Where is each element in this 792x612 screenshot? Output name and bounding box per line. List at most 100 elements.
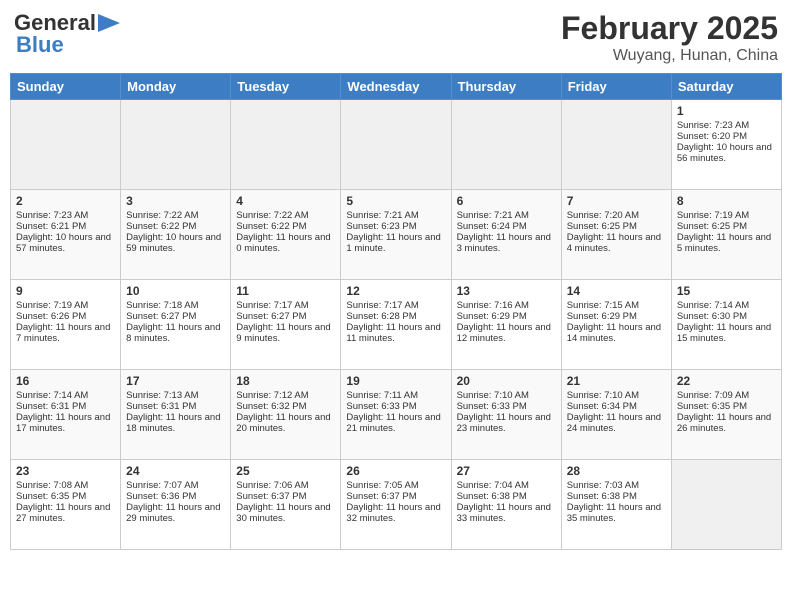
- col-saturday: Saturday: [671, 74, 781, 100]
- sunrise-text: Sunrise: 7:13 AM: [126, 390, 198, 401]
- sunset-text: Sunset: 6:35 PM: [16, 491, 86, 502]
- sunrise-text: Sunrise: 7:03 AM: [567, 480, 639, 491]
- sunrise-text: Sunrise: 7:18 AM: [126, 300, 198, 311]
- day-number: 16: [16, 374, 115, 388]
- calendar-subtitle: Wuyang, Hunan, China: [561, 47, 778, 65]
- sunset-text: Sunset: 6:29 PM: [457, 311, 527, 322]
- sunset-text: Sunset: 6:26 PM: [16, 311, 86, 322]
- sunrise-text: Sunrise: 7:22 AM: [236, 210, 308, 221]
- calendar-cell-w5d7: [671, 460, 781, 550]
- calendar-cell-w4d5: 20Sunrise: 7:10 AMSunset: 6:33 PMDayligh…: [451, 370, 561, 460]
- calendar-cell-w3d6: 14Sunrise: 7:15 AMSunset: 6:29 PMDayligh…: [561, 280, 671, 370]
- day-number: 14: [567, 284, 666, 298]
- calendar-title: February 2025: [561, 10, 778, 47]
- sunset-text: Sunset: 6:28 PM: [346, 311, 416, 322]
- sunset-text: Sunset: 6:21 PM: [16, 221, 86, 232]
- sunset-text: Sunset: 6:37 PM: [346, 491, 416, 502]
- sunset-text: Sunset: 6:25 PM: [677, 221, 747, 232]
- calendar-cell-w5d3: 25Sunrise: 7:06 AMSunset: 6:37 PMDayligh…: [231, 460, 341, 550]
- day-number: 8: [677, 194, 776, 208]
- week-row-2: 2Sunrise: 7:23 AMSunset: 6:21 PMDaylight…: [11, 190, 782, 280]
- calendar-header-row: Sunday Monday Tuesday Wednesday Thursday…: [11, 74, 782, 100]
- col-wednesday: Wednesday: [341, 74, 451, 100]
- week-row-4: 16Sunrise: 7:14 AMSunset: 6:31 PMDayligh…: [11, 370, 782, 460]
- daylight-text: Daylight: 11 hours and 3 minutes.: [457, 232, 551, 254]
- day-number: 24: [126, 464, 225, 478]
- sunset-text: Sunset: 6:27 PM: [236, 311, 306, 322]
- calendar-cell-w3d3: 11 Sunrise: 7:17 AMSunset: 6:27 PMDayligh…: [231, 280, 341, 370]
- day-number: 18: [236, 374, 335, 388]
- sunrise-text: Sunrise: 7:22 AM: [126, 210, 198, 221]
- calendar-cell-w5d5: 27Sunrise: 7:04 AMSunset: 6:38 PMDayligh…: [451, 460, 561, 550]
- sunset-text: Sunset: 6:22 PM: [126, 221, 196, 232]
- sunrise-text: Sunrise: 7:12 AM: [236, 390, 308, 401]
- logo-arrow-icon: [98, 14, 120, 32]
- sunset-text: Sunset: 6:20 PM: [677, 131, 747, 142]
- daylight-text: Daylight: 11 hours and 30 minutes.: [236, 502, 330, 524]
- calendar-cell-w1d5: [451, 100, 561, 190]
- daylight-text: Daylight: 11 hours and 1 minute.: [346, 232, 440, 254]
- daylight-text: Daylight: 11 hours and 35 minutes.: [567, 502, 661, 524]
- sunrise-text: Sunrise: 7:16 AM: [457, 300, 529, 311]
- day-number: 19: [346, 374, 445, 388]
- calendar-cell-w2d4: 5Sunrise: 7:21 AMSunset: 6:23 PMDaylight…: [341, 190, 451, 280]
- sunset-text: Sunset: 6:27 PM: [126, 311, 196, 322]
- day-number: 17: [126, 374, 225, 388]
- daylight-text: Daylight: 11 hours and 8 minutes.: [126, 322, 220, 344]
- sunrise-text: Sunrise: 7:14 AM: [677, 300, 749, 311]
- week-row-1: 1Sunrise: 7:23 AMSunset: 6:20 PMDaylight…: [11, 100, 782, 190]
- daylight-text: Daylight: 11 hours and 23 minutes.: [457, 412, 551, 434]
- calendar-cell-w4d3: 18Sunrise: 7:12 AMSunset: 6:32 PMDayligh…: [231, 370, 341, 460]
- day-number: 9: [16, 284, 115, 298]
- calendar-cell-w4d4: 19Sunrise: 7:11 AMSunset: 6:33 PMDayligh…: [341, 370, 451, 460]
- calendar-cell-w3d1: 9Sunrise: 7:19 AMSunset: 6:26 PMDaylight…: [11, 280, 121, 370]
- sunset-text: Sunset: 6:33 PM: [346, 401, 416, 412]
- sunset-text: Sunset: 6:29 PM: [567, 311, 637, 322]
- sunset-text: Sunset: 6:30 PM: [677, 311, 747, 322]
- sunrise-text: Sunrise: 7:17 AM: [346, 300, 418, 311]
- sunset-text: Sunset: 6:35 PM: [677, 401, 747, 412]
- calendar-cell-w2d2: 3Sunrise: 7:22 AMSunset: 6:22 PMDaylight…: [121, 190, 231, 280]
- day-number: 12: [346, 284, 445, 298]
- sunset-text: Sunset: 6:33 PM: [457, 401, 527, 412]
- sunset-text: Sunset: 6:38 PM: [457, 491, 527, 502]
- sunrise-text: Sunrise: 7:17 AM: [236, 300, 308, 311]
- calendar-cell-w4d2: 17Sunrise: 7:13 AMSunset: 6:31 PMDayligh…: [121, 370, 231, 460]
- calendar-cell-w2d7: 8 Sunrise: 7:19 AMSunset: 6:25 PMDaylight…: [671, 190, 781, 280]
- col-friday: Friday: [561, 74, 671, 100]
- calendar-cell-w3d4: 12Sunrise: 7:17 AMSunset: 6:28 PMDayligh…: [341, 280, 451, 370]
- sunset-text: Sunset: 6:24 PM: [457, 221, 527, 232]
- day-number: 11: [236, 284, 335, 298]
- calendar-cell-w3d2: 10 Sunrise: 7:18 AMSunset: 6:27 PMDayligh…: [121, 280, 231, 370]
- calendar-cell-w1d1: [11, 100, 121, 190]
- sunset-text: Sunset: 6:37 PM: [236, 491, 306, 502]
- calendar-cell-w4d6: 21Sunrise: 7:10 AMSunset: 6:34 PMDayligh…: [561, 370, 671, 460]
- day-number: 2: [16, 194, 115, 208]
- sunrise-text: Sunrise: 7:06 AM: [236, 480, 308, 491]
- daylight-text: Daylight: 11 hours and 12 minutes.: [457, 322, 551, 344]
- day-number: 23: [16, 464, 115, 478]
- page-header: General Blue February 2025 Wuyang, Hunan…: [10, 10, 782, 65]
- daylight-text: Daylight: 10 hours and 57 minutes.: [16, 232, 111, 254]
- day-number: 6: [457, 194, 556, 208]
- calendar-cell-w4d7: 22Sunrise: 7:09 AMSunset: 6:35 PMDayligh…: [671, 370, 781, 460]
- daylight-text: Daylight: 11 hours and 5 minutes.: [677, 232, 771, 254]
- day-number: 1: [677, 104, 776, 118]
- daylight-text: Daylight: 11 hours and 9 minutes.: [236, 322, 330, 344]
- day-number: 7: [567, 194, 666, 208]
- day-number: 13: [457, 284, 556, 298]
- daylight-text: Daylight: 11 hours and 33 minutes.: [457, 502, 551, 524]
- col-tuesday: Tuesday: [231, 74, 341, 100]
- sunrise-text: Sunrise: 7:08 AM: [16, 480, 88, 491]
- sunrise-text: Sunrise: 7:23 AM: [677, 120, 749, 131]
- daylight-text: Daylight: 11 hours and 24 minutes.: [567, 412, 661, 434]
- sunrise-text: Sunrise: 7:19 AM: [677, 210, 749, 221]
- calendar-cell-w5d1: 23Sunrise: 7:08 AMSunset: 6:35 PMDayligh…: [11, 460, 121, 550]
- day-number: 15: [677, 284, 776, 298]
- day-number: 22: [677, 374, 776, 388]
- logo-blue: Blue: [16, 32, 64, 58]
- day-number: 20: [457, 374, 556, 388]
- calendar-cell-w1d3: [231, 100, 341, 190]
- day-number: 10: [126, 284, 225, 298]
- sunrise-text: Sunrise: 7:21 AM: [346, 210, 418, 221]
